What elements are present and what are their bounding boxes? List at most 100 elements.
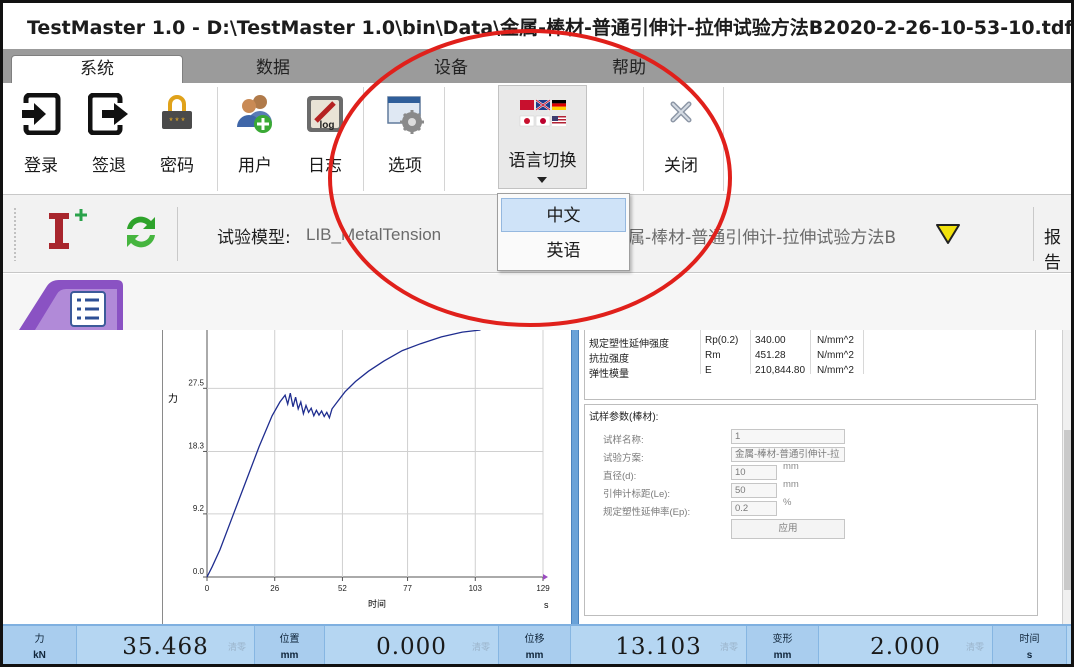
result-value: 451.28 — [755, 350, 786, 361]
title-bar: TestMaster 1.0 - D:\TestMaster 1.0\bin\D… — [3, 3, 1071, 49]
app-window: TestMaster 1.0 - D:\TestMaster 1.0\bin\D… — [0, 0, 1074, 667]
options-gear-icon — [384, 93, 426, 135]
zero-position-button[interactable]: 清零 — [472, 640, 490, 653]
chevron-down-icon — [537, 177, 547, 183]
tab-data[interactable]: 数据 — [233, 55, 313, 83]
password-label: 密码 — [160, 156, 194, 176]
test-document-tab[interactable] — [13, 280, 125, 330]
channel-unit: kN — [33, 650, 46, 661]
method-dropdown-icon[interactable] — [935, 223, 961, 245]
results-table: 规定塑性延伸强度 Rp(0.2) 340.00 N/mm^2 抗拉强度 Rm 4… — [584, 330, 1036, 400]
chart-x-axis-label: 时间 — [368, 598, 386, 609]
options-button[interactable]: 选项 — [375, 89, 435, 179]
log-label: 日志 — [308, 156, 342, 176]
result-name: 规定塑性延伸强度 — [589, 339, 669, 350]
chart-x-tick-label: 103 — [469, 584, 483, 593]
refresh-icon[interactable] — [121, 211, 161, 253]
chart-x-unit: s — [544, 600, 549, 610]
param-unit: mm — [783, 461, 799, 472]
zero-displacement-button[interactable]: 清零 — [720, 640, 738, 653]
report-label: 报告 — [1044, 228, 1061, 273]
chart-x-tick-label: 77 — [403, 584, 412, 593]
chart-x-tick-label: 129 — [536, 584, 550, 593]
chart-series-line — [206, 330, 481, 578]
test-model-value[interactable]: LIB_MetalTension — [306, 225, 441, 245]
test-model-label: 试验模型: — [217, 228, 291, 248]
language-menu: 中文 英语 — [497, 193, 630, 271]
language-option-chinese[interactable]: 中文 — [501, 198, 626, 232]
param-label: 试样名称: — [603, 435, 644, 446]
scrollbar-thumb[interactable] — [1064, 430, 1071, 590]
lock-icon: * * * — [156, 93, 198, 135]
force-readout: 35.468 清零 — [77, 626, 255, 664]
force-channel-label: 力 kN — [3, 626, 77, 664]
left-panel — [3, 330, 163, 624]
plastic-extension-field[interactable]: 0.2 — [731, 501, 777, 516]
chart-x-tick-label: 52 — [338, 584, 347, 593]
deformation-readout: 2.000 清零 — [819, 626, 993, 664]
chart-x-tick-label: 0 — [205, 584, 210, 593]
login-label: 登录 — [24, 156, 58, 176]
log-icon: log — [304, 93, 346, 135]
param-label: 直径(d): — [603, 471, 637, 482]
ribbon: 登录 签退 * * * 密码 用户 log 日志 选项 语言切换 关闭 — [3, 83, 1071, 195]
tab-help[interactable]: 帮助 — [589, 55, 669, 83]
document-tab-strip — [3, 274, 1071, 330]
log-icon-text: log — [320, 120, 335, 131]
vertical-scrollbar[interactable] — [1062, 330, 1071, 624]
menu-bar: 系统 数据 设备 帮助 — [3, 49, 1071, 83]
right-panel: 规定塑性延伸强度 Rp(0.2) 340.00 N/mm^2 抗拉强度 Rm 4… — [580, 330, 1062, 624]
ribbon-separator — [363, 87, 364, 191]
close-label: 关闭 — [664, 156, 698, 176]
status-bar: 力 kN 35.468 清零 位置 mm 0.000 清零 位移 mm 13.1… — [3, 624, 1071, 664]
param-label: 引伸计标距(Le): — [603, 489, 671, 500]
specimen-name-field[interactable]: 1 — [731, 429, 845, 444]
result-unit: N/mm^2 — [817, 335, 854, 346]
tab-device[interactable]: 设备 — [411, 55, 491, 83]
ribbon-separator — [444, 87, 445, 191]
gauge-length-field[interactable]: 50 — [731, 483, 777, 498]
chart-y-tick-label: 0.0 — [193, 567, 205, 576]
user-label: 用户 — [238, 156, 272, 176]
chart-x-axis-arrow — [543, 574, 548, 580]
chart-x-tick-label: 26 — [270, 584, 279, 593]
result-value: 210,844.80 — [755, 365, 806, 376]
zero-force-button[interactable]: 清零 — [228, 640, 246, 653]
password-button[interactable]: * * * 密码 — [147, 89, 207, 179]
displacement-readout: 13.103 清零 — [571, 626, 747, 664]
time-channel-label: 时间 s — [993, 626, 1067, 664]
login-button[interactable]: 登录 — [11, 89, 71, 179]
toolbar-grip[interactable] — [13, 207, 17, 261]
options-label: 选项 — [388, 156, 422, 176]
chart-y-tick-label: 18.3 — [188, 441, 204, 450]
language-switch-button[interactable]: 语言切换 — [498, 85, 587, 189]
log-button[interactable]: log 日志 — [295, 89, 355, 179]
splitter[interactable] — [571, 330, 579, 624]
close-button[interactable]: 关闭 — [651, 89, 711, 179]
logout-label: 签退 — [92, 156, 126, 176]
test-method-value[interactable]: 属-棒材-普通引伸计-拉伸试验方法B — [628, 223, 896, 248]
ribbon-separator — [217, 87, 218, 191]
result-symbol: Rm — [705, 350, 721, 361]
zero-deformation-button[interactable]: 清零 — [966, 640, 984, 653]
language-option-english[interactable]: 英语 — [501, 234, 626, 268]
results-row: 弹性模量 E 210,844.80 N/mm^2 — [585, 364, 1037, 380]
params-title: 试样参数(棒材): — [589, 412, 659, 423]
result-value: 340.00 — [755, 335, 786, 346]
language-flags-icon — [519, 99, 566, 127]
add-specimen-icon[interactable] — [43, 207, 93, 255]
tab-system[interactable]: 系统 — [11, 55, 183, 83]
result-name: 弹性模量 — [589, 369, 629, 380]
logout-button[interactable]: 签退 — [79, 89, 139, 179]
result-symbol: E — [705, 365, 712, 376]
apply-button[interactable]: 应用 — [731, 519, 845, 539]
workspace: 0 26 52 77 103 129 0.0 9.2 18.3 27.5 力 时间 s 规定塑性延… — [3, 330, 1071, 624]
result-unit: N/mm^2 — [817, 365, 854, 376]
svg-text:* * *: * * * — [169, 116, 185, 126]
ribbon-separator — [643, 87, 644, 191]
force-time-chart[interactable]: 0 26 52 77 103 129 0.0 9.2 18.3 27.5 力 时间 s — [164, 330, 570, 624]
diameter-field[interactable]: 10 — [731, 465, 777, 480]
user-button[interactable]: 用户 — [225, 89, 285, 179]
results-row: 抗拉强度 Rm 451.28 N/mm^2 — [585, 349, 1037, 365]
test-scheme-field[interactable]: 金属-棒材-普通引伸计-拉 — [731, 447, 845, 462]
